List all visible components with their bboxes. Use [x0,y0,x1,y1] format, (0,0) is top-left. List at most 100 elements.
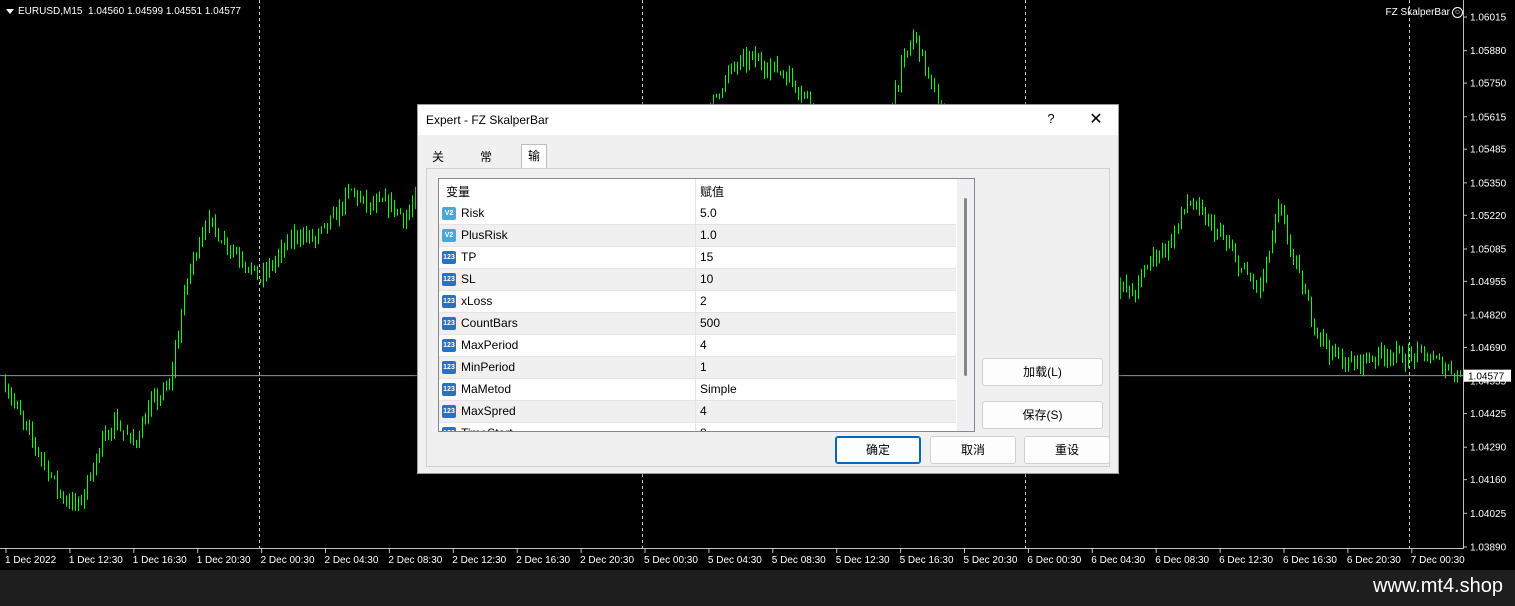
cell-separator [695,247,696,268]
expert-dialog: Expert - FZ SkalperBar ? ✕ 关于 常用 输入参数 变量… [417,104,1119,474]
integer-type-icon: 123 [442,361,456,374]
table-row[interactable]: 123 TimeStart 8 [439,423,956,431]
price-tick-label: 1.05220 [1470,211,1507,222]
param-value[interactable]: Simple [700,382,737,396]
reset-button[interactable]: 重设 [1024,436,1110,464]
scroll-thumb[interactable] [964,198,967,376]
cell-separator [695,313,696,334]
param-value[interactable]: 4 [700,338,707,352]
ok-button[interactable]: 确定 [835,436,921,464]
integer-type-icon: 123 [442,339,456,352]
integer-type-icon: 123 [442,383,456,396]
param-value[interactable]: 1 [700,360,707,374]
table-row[interactable]: V2 Risk 5.0 [439,203,956,225]
param-value[interactable]: 500 [700,316,720,330]
param-value[interactable]: 1.0 [700,228,717,242]
table-row[interactable]: 123 TP 15 [439,247,956,269]
symbol-info: EURUSD,M15 1.04560 1.04599 1.04551 1.045… [18,6,241,17]
cell-separator [695,379,696,400]
dialog-titlebar[interactable]: Expert - FZ SkalperBar ? ✕ [418,105,1118,135]
time-tick-label: 6 Dec 04:30 [1091,555,1145,566]
cell-separator [695,269,696,290]
tab-common[interactable]: 常用 [474,147,498,184]
time-tick-label: 2 Dec 16:30 [516,555,570,566]
param-name: Risk [461,206,485,220]
price-tick-label: 1.04955 [1470,277,1507,288]
time-tick-label: 6 Dec 12:30 [1219,555,1273,566]
column-variable[interactable]: 变量 [446,183,470,200]
footer-bar [0,570,1515,606]
param-value[interactable]: 4 [700,404,707,418]
table-row[interactable]: 123 xLoss 2 [439,291,956,313]
table-row[interactable]: 123 MaMetod Simple [439,379,956,401]
time-tick-label: 5 Dec 08:30 [772,555,826,566]
param-value[interactable]: 10 [700,272,713,286]
dialog-title: Expert - FZ SkalperBar [426,113,549,127]
cancel-button[interactable]: 取消 [930,436,1016,464]
price-tick-label: 1.05880 [1470,46,1507,57]
time-tick-label: 1 Dec 16:30 [133,555,187,566]
cell-separator [695,225,696,246]
inputs-panel: 变量 赋值 V2 Risk 5.0 V2 PlusRisk 1.0 123 TP 15 123 SL… [426,168,1110,467]
time-tick-label: 5 Dec 16:30 [900,555,954,566]
help-button[interactable]: ? [1043,111,1059,129]
tab-inputs[interactable]: 输入参数 [521,144,548,229]
column-separator [695,179,696,203]
expert-name: FZ SkalperBar [1385,7,1450,19]
cell-separator [695,423,696,431]
time-tick-label: 6 Dec 20:30 [1347,555,1401,566]
price-tick-label: 1.05350 [1470,178,1507,189]
table-row[interactable]: 123 MinPeriod 1 [439,357,956,379]
param-value[interactable]: 15 [700,250,713,264]
tab-about[interactable]: 关于 [426,147,450,184]
price-tick-label: 1.04290 [1470,443,1507,454]
current-price-label: 1.04577 [1468,372,1505,383]
price-tick-label: 1.04160 [1470,475,1507,486]
cell-separator [695,335,696,356]
integer-type-icon: 123 [442,273,456,286]
param-name: SL [461,272,476,286]
watermark: www.mt4.shop [1372,575,1503,597]
cell-separator [695,357,696,378]
time-tick-label: 5 Dec 04:30 [708,555,762,566]
table-body: V2 Risk 5.0 V2 PlusRisk 1.0 123 TP 15 123 SL 10 123 x… [439,203,956,431]
vertical-scrollbar[interactable] [957,179,974,431]
price-tick-label: 1.05750 [1470,79,1507,90]
integer-type-icon: 123 [442,405,456,418]
time-tick-label: 2 Dec 00:30 [261,555,315,566]
price-tick-label: 1.05615 [1470,112,1507,123]
param-name: CountBars [461,316,518,330]
column-value[interactable]: 赋值 [700,183,724,200]
param-name: TP [461,250,477,264]
table-row[interactable]: 123 SL 10 [439,269,956,291]
time-tick-label: 5 Dec 00:30 [644,555,698,566]
table-header: 变量 赋值 [439,179,956,203]
table-row[interactable]: V2 PlusRisk 1.0 [439,225,956,247]
table-row[interactable]: 123 MaxSpred 4 [439,401,956,423]
time-tick-label: 6 Dec 16:30 [1283,555,1337,566]
integer-type-icon: 123 [442,251,456,264]
param-name: TimeStart [461,426,513,431]
close-button[interactable]: ✕ [1086,109,1106,131]
cell-separator [695,401,696,422]
smiley-icon: ☺ [1452,7,1463,18]
table-row[interactable]: 123 MaxPeriod 4 [439,335,956,357]
double-type-icon: V2 [442,229,456,242]
save-button[interactable]: 保存(S) [982,401,1103,429]
price-tick-label: 1.04690 [1470,343,1507,354]
param-name: xLoss [461,294,493,308]
load-button[interactable]: 加载(L) [982,358,1103,386]
price-tick-label: 1.06015 [1470,13,1507,24]
integer-type-icon: 123 [442,295,456,308]
param-name: MaMetod [461,382,512,396]
parameters-table: 变量 赋值 V2 Risk 5.0 V2 PlusRisk 1.0 123 TP 15 123 SL… [438,178,975,432]
param-value[interactable]: 5.0 [700,206,717,220]
time-tick-label: 2 Dec 20:30 [580,555,634,566]
param-value[interactable]: 8 [700,426,707,431]
time-tick-label: 1 Dec 20:30 [197,555,251,566]
expert-label[interactable]: FZ SkalperBar ☺ [1386,7,1463,18]
table-row[interactable]: 123 CountBars 500 [439,313,956,335]
dropdown-triangle-icon[interactable] [6,8,14,14]
param-value[interactable]: 2 [700,294,707,308]
price-tick-label: 1.04425 [1470,409,1507,420]
